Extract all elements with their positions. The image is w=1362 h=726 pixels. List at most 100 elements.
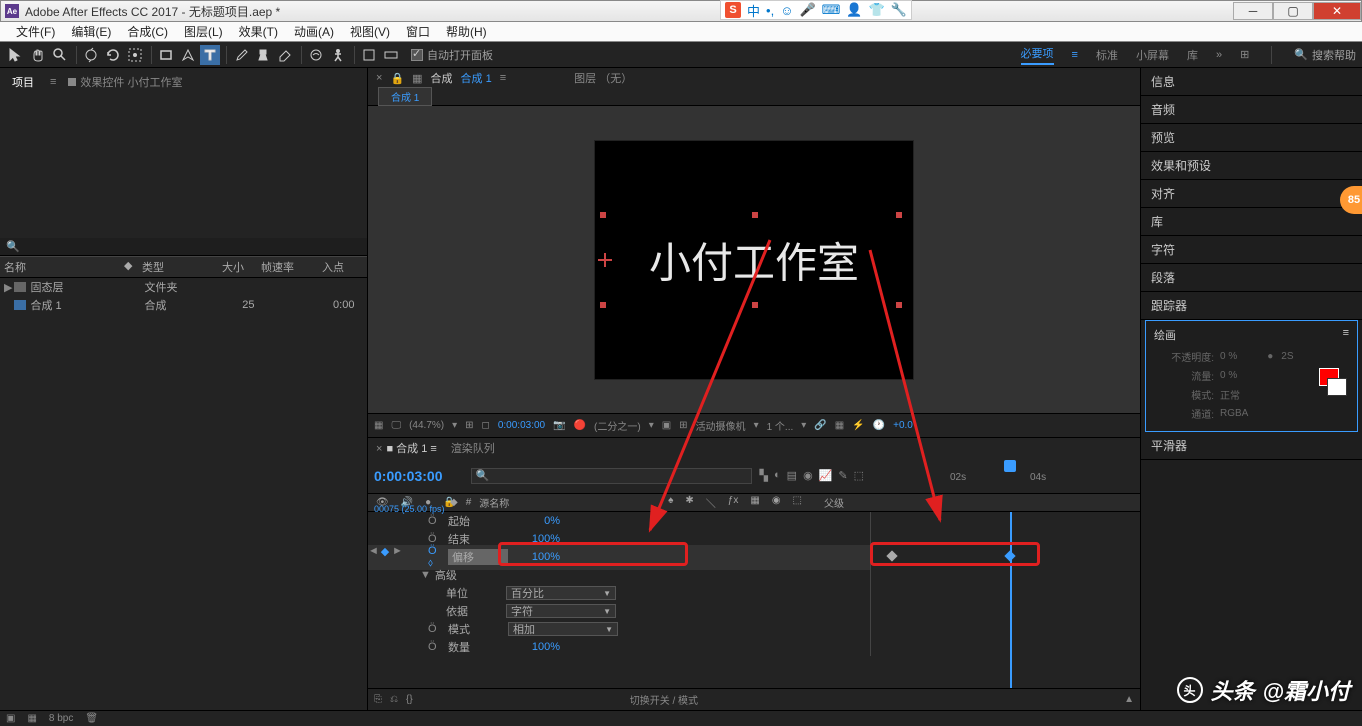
ime-skin-icon[interactable]: 👕 xyxy=(869,2,885,18)
rect-tool-icon[interactable] xyxy=(156,45,176,65)
lock-icon[interactable]: 🔒 xyxy=(390,72,404,85)
menu-help[interactable]: 帮助(H) xyxy=(438,23,495,40)
val-amount[interactable]: 100% xyxy=(508,641,568,653)
motion-blur-icon[interactable]: ◉ xyxy=(803,469,813,482)
comp-tree-icon[interactable]: ▚ xyxy=(760,469,768,482)
time-ruler[interactable]: 02s 04s xyxy=(870,458,1140,493)
timeline-tab[interactable]: ×■ 合成 1 ≡ xyxy=(376,440,437,456)
menu-animation[interactable]: 动画(A) xyxy=(286,23,342,40)
menu-layer[interactable]: 图层(L) xyxy=(176,23,231,40)
ime-tool-icon[interactable]: 🔧 xyxy=(891,2,907,18)
new-comp-icon[interactable]: ▦ xyxy=(27,713,36,724)
rotation-tool-icon[interactable] xyxy=(103,45,123,65)
stopwatch-icon[interactable]: Ö xyxy=(428,641,442,653)
auto-open-checkbox[interactable] xyxy=(411,49,423,61)
ime-punct-icon[interactable]: •, xyxy=(766,3,774,18)
toggle-icon[interactable]: ⎌ xyxy=(390,694,398,705)
snapshot-icon[interactable]: 📷 xyxy=(553,420,565,431)
share-icon[interactable]: 🔗 xyxy=(814,420,826,431)
project-row[interactable]: ▶ 固态层 文件夹 xyxy=(0,278,367,296)
viewer[interactable]: 小付工作室 xyxy=(368,106,1140,413)
menu-file[interactable]: 文件(F) xyxy=(8,23,63,40)
zoom-tool-icon[interactable] xyxy=(50,45,70,65)
new-bin-icon[interactable]: ▣ xyxy=(6,713,15,724)
panel-tracker[interactable]: 跟踪器 xyxy=(1141,292,1362,320)
playhead[interactable] xyxy=(1004,460,1016,493)
col-source-name[interactable]: 源名称 xyxy=(475,495,595,510)
col-in[interactable]: 入点 xyxy=(298,257,348,277)
grid-icon[interactable]: ⊞ xyxy=(679,420,687,431)
render-queue-tab[interactable]: 渲染队列 xyxy=(451,440,495,456)
panel-align[interactable]: 对齐 xyxy=(1141,180,1362,208)
selection-tool-icon[interactable] xyxy=(6,45,26,65)
draft-icon[interactable]: ✎ xyxy=(838,469,847,482)
local-axis-icon[interactable] xyxy=(359,45,379,65)
paint-channel[interactable]: RGBA xyxy=(1220,408,1248,419)
col-parent[interactable]: 父级 xyxy=(810,495,870,510)
roto-tool-icon[interactable] xyxy=(306,45,326,65)
mask-icon[interactable]: ◻ xyxy=(482,420,490,431)
display-icon[interactable]: 🖵 xyxy=(391,420,401,431)
text-tool-icon[interactable] xyxy=(200,45,220,65)
zoom-level[interactable]: (44.7%) xyxy=(409,420,444,431)
anchor-point-icon[interactable] xyxy=(598,253,612,267)
val-end[interactable]: 100% xyxy=(508,533,568,545)
ime-keyboard-icon[interactable]: ⌨ xyxy=(822,2,841,18)
3d-icon[interactable]: ⬚ xyxy=(854,469,864,482)
ime-toolbar[interactable]: S 中 •, ☺ 🎤 ⌨ 👤 👕 🔧 xyxy=(720,0,912,20)
roi-icon[interactable]: ▣ xyxy=(662,420,671,431)
ime-emoji-icon[interactable]: ☺ xyxy=(780,3,793,18)
pixel-icon[interactable]: ▦ xyxy=(835,420,844,431)
toggle-icon[interactable]: ⎘ xyxy=(374,694,382,705)
comp-name[interactable]: 合成 1 xyxy=(461,70,492,86)
workspace-overflow-icon[interactable]: ⊞ xyxy=(1240,48,1249,61)
panel-effects[interactable]: 效果和预设 xyxy=(1141,152,1362,180)
paint-flow[interactable]: 0 % xyxy=(1220,370,1237,381)
current-time[interactable]: 0:00:03:00 xyxy=(498,420,545,431)
panel-library[interactable]: 库 xyxy=(1141,208,1362,236)
menu-window[interactable]: 窗口 xyxy=(398,23,438,40)
search-icon[interactable]: 🔍 xyxy=(6,240,20,253)
panel-info[interactable]: 信息 xyxy=(1141,68,1362,96)
workspace-small[interactable]: 小屏幕 xyxy=(1136,47,1169,63)
fast-icon[interactable]: ⚡ xyxy=(852,420,864,431)
stopwatch-active-icon[interactable]: Ö ⬨ xyxy=(428,545,442,570)
tab-project[interactable]: 项目 xyxy=(8,72,38,92)
channel-icon[interactable]: 🔴 xyxy=(574,420,586,431)
menu-view[interactable]: 视图(V) xyxy=(342,23,398,40)
workspace-essentials[interactable]: 必要项 xyxy=(1021,45,1054,65)
panel-character[interactable]: 字符 xyxy=(1141,236,1362,264)
tab-effect-controls[interactable]: 效果控件 小付工作室 xyxy=(68,74,182,90)
col-name[interactable]: 名称 xyxy=(0,257,120,277)
minimize-button[interactable]: ─ xyxy=(1233,2,1273,20)
bpc-button[interactable]: 8 bpc xyxy=(49,713,73,724)
stopwatch-icon[interactable]: Ö xyxy=(428,533,442,545)
panel-preview[interactable]: 预览 xyxy=(1141,124,1362,152)
ime-voice-icon[interactable]: 🎤 xyxy=(799,2,815,18)
shy-icon[interactable]: ◐ xyxy=(774,469,781,482)
help-search[interactable]: 🔍 搜索帮助 xyxy=(1294,47,1356,63)
paint-opacity[interactable]: 0 % xyxy=(1220,351,1237,362)
exposure[interactable]: +0.0 xyxy=(893,420,913,431)
timeline-search[interactable]: 🔍 xyxy=(471,468,752,484)
views-dropdown[interactable]: 1 个... xyxy=(767,418,794,433)
menu-composition[interactable]: 合成(C) xyxy=(119,23,176,40)
stopwatch-icon[interactable]: Ö xyxy=(428,515,442,527)
project-row[interactable]: ▶ 合成 1 合成 25 0:00 xyxy=(0,296,367,314)
layer-dropdown[interactable]: 图层 （无） xyxy=(574,70,632,86)
col-type[interactable]: 类型 xyxy=(138,257,208,277)
trash-icon[interactable]: 🗑 xyxy=(85,713,98,724)
paint-title[interactable]: 绘画 xyxy=(1154,327,1176,343)
pen-tool-icon[interactable] xyxy=(178,45,198,65)
val-offset[interactable]: 100% xyxy=(508,551,568,563)
graph-icon[interactable]: 📈 xyxy=(819,469,833,482)
comp-subtab[interactable]: 合成 1 xyxy=(378,87,432,106)
panel-menu-icon[interactable]: ≡ xyxy=(1343,327,1349,343)
toggle-switches-button[interactable]: 切换开关 / 模式 xyxy=(630,692,698,707)
col-size[interactable]: 大小 xyxy=(208,257,248,277)
label-icon[interactable]: ◆ xyxy=(446,497,462,508)
res-icon[interactable]: ⊞ xyxy=(465,420,473,431)
anchor-tool-icon[interactable] xyxy=(125,45,145,65)
twirl-icon[interactable]: ▼ xyxy=(420,569,431,581)
composition-canvas[interactable]: 小付工作室 xyxy=(594,140,914,380)
